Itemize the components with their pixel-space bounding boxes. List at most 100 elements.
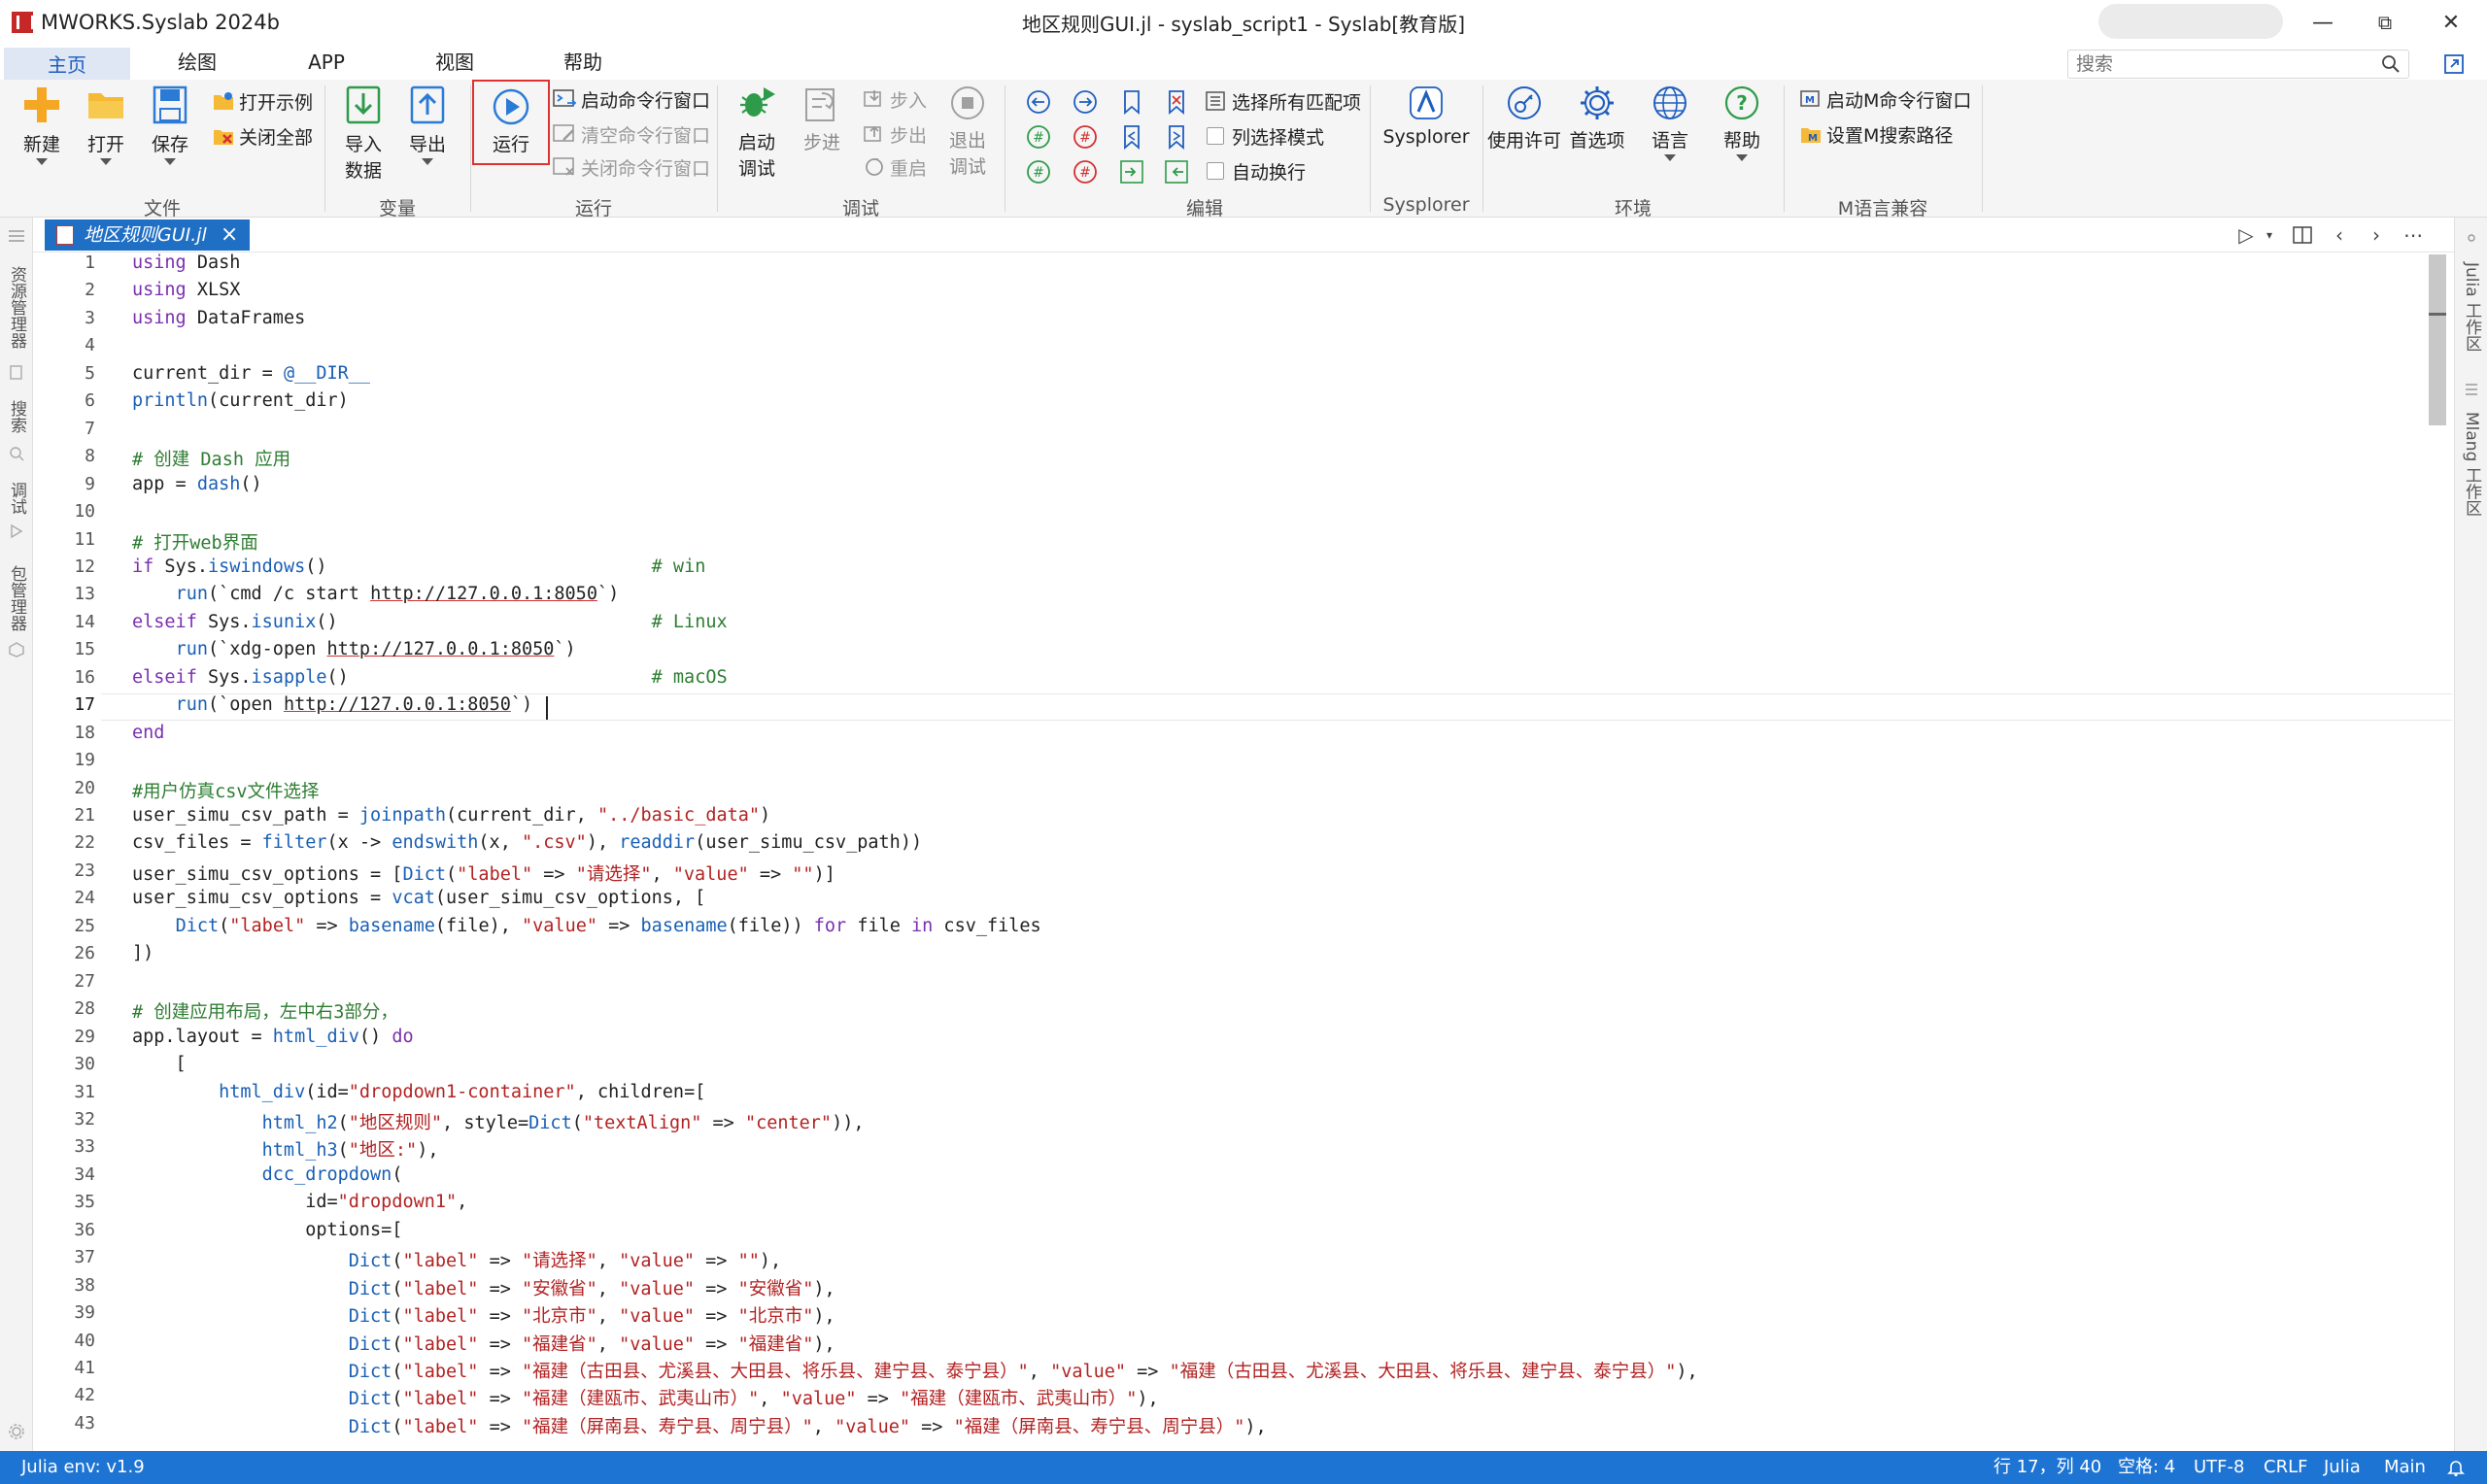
close-cmd-window-button[interactable]: 关闭命令行窗口 [552, 153, 710, 181]
run-button[interactable]: 运行 [472, 80, 550, 165]
start-cmd-window-button[interactable]: 启动命令行窗口 [552, 85, 710, 113]
language-button[interactable]: 语言 [1646, 84, 1694, 161]
exit-debug-button[interactable]: 退出 调试 [944, 84, 991, 179]
uncomment-icon[interactable]: # [1071, 122, 1100, 152]
tab-plot[interactable]: 绘图 [155, 45, 239, 80]
code-line[interactable]: Dict("label" => "安徽省", "value" => "安徽省")… [132, 1275, 835, 1300]
code-line[interactable]: html_div(id="dropdown1-container", child… [132, 1082, 705, 1102]
sidebar-item-mlang-workspace[interactable]: Mlang 工作区 [2460, 412, 2484, 517]
help-button[interactable]: ? 帮助 [1718, 84, 1766, 161]
preferences-button[interactable]: 首选项 [1566, 84, 1628, 152]
code-line[interactable]: html_h2("地区规则", style=Dict("textAlign" =… [132, 1109, 865, 1134]
code-line[interactable]: Dict("label" => basename(file), "value" … [132, 916, 1041, 936]
status-encoding[interactable]: UTF-8 [2194, 1451, 2244, 1484]
code-line[interactable]: elseif Sys.isapple() # macOS [132, 667, 728, 688]
search-icon[interactable] [2381, 54, 2401, 74]
open-button[interactable]: 打开 [78, 84, 134, 165]
more-actions-icon[interactable]: ⋯ [2400, 221, 2427, 249]
close-button[interactable]: ✕ [2417, 0, 2485, 45]
close-all-button[interactable]: 关闭全部 [212, 122, 313, 150]
start-m-cmd-button[interactable]: M 启动M命令行窗口 [1799, 85, 1971, 113]
select-all-matches-button[interactable]: 选择所有匹配项 [1205, 87, 1361, 115]
code-line[interactable]: using DataFrames [132, 308, 305, 328]
code-line[interactable]: options=[ [132, 1220, 402, 1240]
code-line[interactable]: end [132, 723, 164, 743]
code-line[interactable]: Dict("label" => "请选择", "value" => ""), [132, 1247, 781, 1272]
code-editor[interactable]: 1 2 3 4 5 6 7 8 9 10 11 12 13 14 15 16 17 18 19 20 21 22 23 24 2… [33, 253, 2454, 1451]
tab-app[interactable]: APP [288, 45, 365, 80]
navigate-forward-icon[interactable] [1071, 87, 1100, 117]
tab-help[interactable]: 帮助 [544, 45, 622, 80]
code-line[interactable]: if Sys.iswindows() # win [132, 556, 705, 577]
code-line[interactable]: Dict("label" => "福建（屏南县、寿宁县、周宁县）", "valu… [132, 1413, 1267, 1438]
code-line[interactable]: current_dir = @__DIR__ [132, 363, 370, 384]
chevron-left-icon[interactable]: ‹ [2326, 221, 2353, 249]
step-out-button[interactable]: 步出 [863, 120, 927, 148]
status-eol[interactable]: CRLF [2264, 1451, 2307, 1484]
sidebar-item-julia-workspace[interactable]: Julia 工作区 [2460, 262, 2484, 352]
code-line[interactable]: Dict("label" => "福建省", "value" => "福建省")… [132, 1331, 835, 1356]
sidebar-item-packages[interactable]: 包管理器 [5, 565, 29, 631]
code-line[interactable]: run(`cmd /c start http://127.0.0.1:8050`… [132, 584, 620, 604]
bookmark-clear-icon[interactable] [1162, 87, 1191, 117]
license-button[interactable]: 使用许可 [1486, 84, 1562, 152]
vertical-scrollbar[interactable] [2429, 254, 2446, 425]
code-line[interactable]: user_simu_csv_options = vcat(user_simu_c… [132, 888, 705, 908]
import-data-button[interactable]: 导入 数据 [340, 84, 387, 183]
code-line[interactable]: # 打开web界面 [132, 529, 258, 555]
sysplorer-button[interactable]: Sysplorer [1380, 84, 1473, 148]
code-line[interactable]: elseif Sys.isunix() # Linux [132, 612, 728, 632]
indent-icon[interactable] [1117, 157, 1146, 186]
open-example-button[interactable]: 打开示例 [212, 87, 313, 115]
popout-icon[interactable] [2442, 52, 2466, 76]
close-icon[interactable]: × [221, 219, 238, 251]
code-line[interactable]: [ [132, 1054, 187, 1074]
auto-wrap-checkbox[interactable] [1207, 162, 1224, 180]
chevron-down-icon[interactable]: ▾ [2256, 221, 2283, 249]
status-branch[interactable]: Main [2384, 1451, 2426, 1484]
block-comment-icon[interactable]: # [1024, 157, 1053, 186]
search-input[interactable] [2068, 51, 2360, 78]
bookmark-prev-icon[interactable] [1117, 122, 1146, 152]
set-m-path-button[interactable]: M 设置M搜索路径 [1799, 120, 1953, 148]
code-line[interactable]: Dict("label" => "福建（古田县、尤溪县、大田县、将乐县、建宁县、… [132, 1358, 1698, 1383]
auto-wrap-toggle[interactable]: 自动换行 [1207, 157, 1306, 185]
outdent-icon[interactable] [1162, 157, 1191, 186]
step-in-button[interactable]: 步入 [863, 85, 927, 113]
tab-view[interactable]: 视图 [416, 45, 494, 80]
save-button[interactable]: 保存 [142, 84, 198, 165]
column-select-checkbox[interactable] [1207, 127, 1224, 145]
step-button[interactable]: 步进 [799, 84, 845, 154]
navigate-back-icon[interactable] [1024, 87, 1053, 117]
status-cursor-position[interactable]: 行 17，列 40 [1993, 1451, 2101, 1484]
sidebar-item-search[interactable]: 搜索 [5, 400, 29, 433]
chevron-right-icon[interactable]: › [2363, 221, 2390, 249]
code-line[interactable]: app = dash() [132, 474, 262, 494]
restart-button[interactable]: 重启 [863, 153, 927, 181]
code-line[interactable]: println(current_dir) [132, 390, 349, 411]
sidebar-item-debug[interactable]: 调试 [5, 482, 29, 515]
code-line[interactable]: # 创建应用布局，左中右3部分， [132, 998, 398, 1024]
minimize-button[interactable]: — [2289, 0, 2357, 45]
code-line[interactable]: id="dropdown1", [132, 1192, 467, 1212]
code-line[interactable]: run(`open http://127.0.0.1:8050`) [132, 694, 533, 715]
status-julia-env[interactable]: Julia env: v1.9 [21, 1451, 145, 1484]
code-line[interactable]: app.layout = html_div() do [132, 1027, 414, 1047]
clear-cmd-window-button[interactable]: 清空命令行窗口 [552, 120, 710, 148]
notification-bell-icon[interactable] [2446, 1458, 2466, 1477]
comment-icon[interactable]: # [1024, 122, 1053, 152]
tab-home[interactable]: 主页 [4, 45, 130, 80]
code-line[interactable]: run(`xdg-open http://127.0.0.1:8050`) [132, 639, 576, 659]
code-line[interactable]: csv_files = filter(x -> endswith(x, ".cs… [132, 832, 922, 853]
split-editor-icon[interactable] [2289, 221, 2316, 249]
status-indent[interactable]: 空格: 4 [2118, 1451, 2175, 1484]
code-line[interactable]: Dict("label" => "北京市", "value" => "北京市")… [132, 1302, 835, 1328]
bookmark-icon[interactable] [1117, 87, 1146, 117]
status-language[interactable]: Julia [2324, 1451, 2361, 1484]
block-uncomment-icon[interactable]: # [1071, 157, 1100, 186]
code-line[interactable]: html_h3("地区:"), [132, 1136, 439, 1162]
maximize-button[interactable]: ⧉ [2351, 0, 2419, 45]
sidebar-item-explorer[interactable]: 资源管理器 [5, 266, 29, 349]
code-line[interactable]: #用户仿真csv文件选择 [132, 778, 320, 803]
code-line[interactable]: user_simu_csv_path = joinpath(current_di… [132, 805, 770, 826]
